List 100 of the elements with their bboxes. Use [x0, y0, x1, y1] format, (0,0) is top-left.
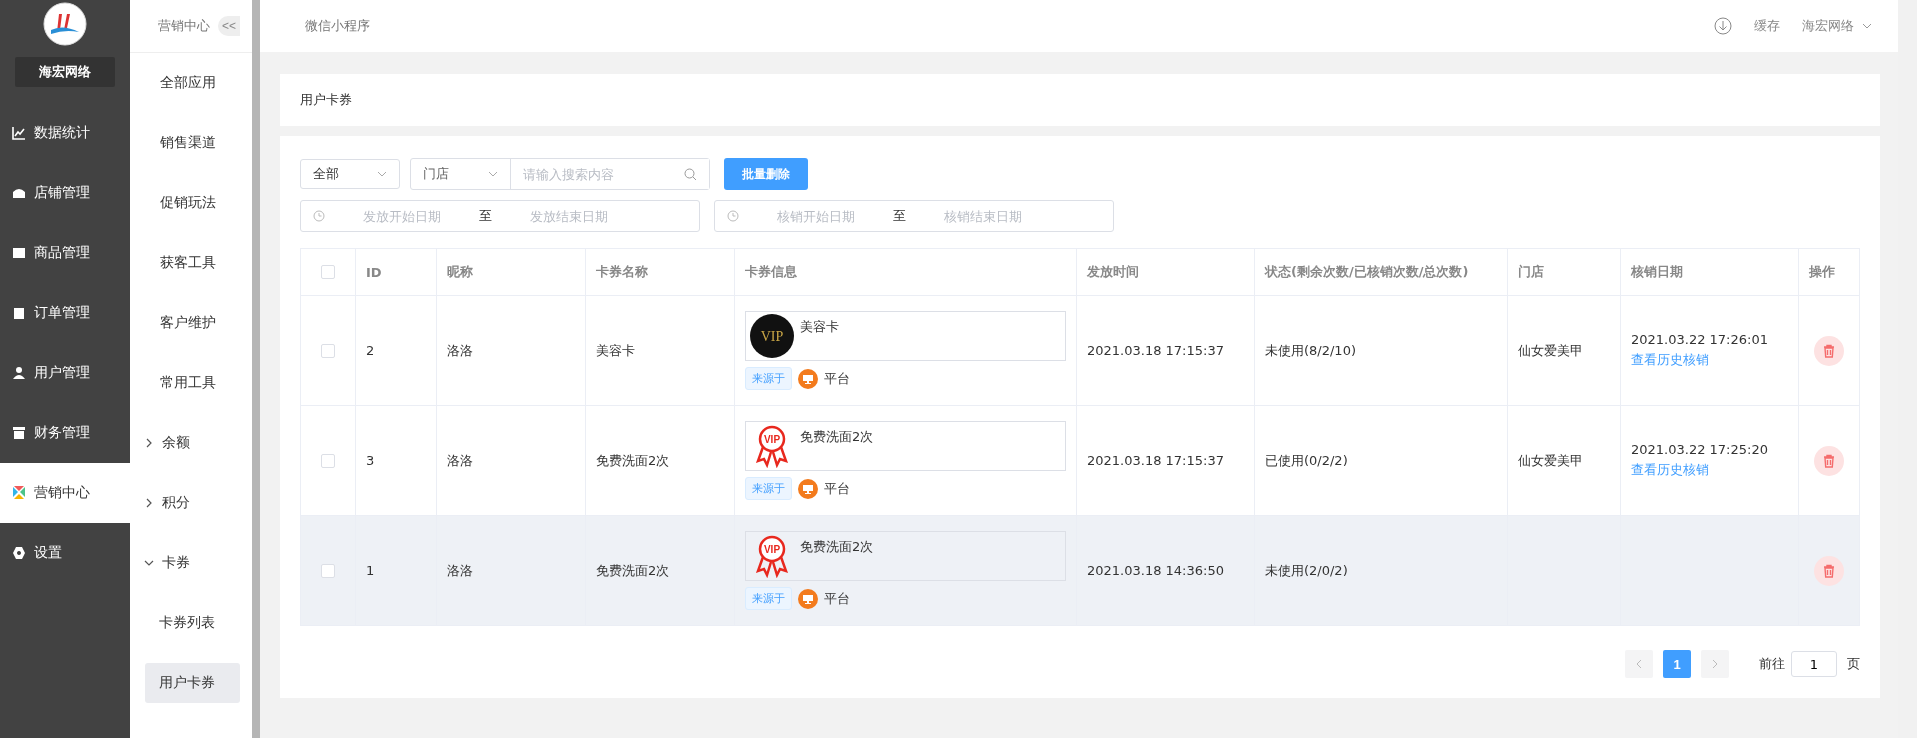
- user-icon: [12, 366, 26, 380]
- table-row[interactable]: 2 洛洛 美容卡 VIP 美容卡 来源于 平台 2021.03.18 17:15:37 未使用(8/2/10) 仙女爱美甲 2021.03.22 17:26:01 查看历史核销: [301, 295, 1859, 405]
- column-header: 核销日期: [1621, 249, 1799, 295]
- submenu-item[interactable]: 客户维护: [130, 293, 252, 353]
- sidebar-item[interactable]: 用户管理: [0, 343, 130, 403]
- scrollbar[interactable]: [252, 0, 260, 738]
- column-header: 发放时间: [1077, 249, 1255, 295]
- column-header: ID: [356, 249, 437, 295]
- table-cell: 1: [366, 563, 375, 578]
- sidebar-item[interactable]: 订单管理: [0, 283, 130, 343]
- source-name: 平台: [824, 369, 850, 388]
- submenu-toggle[interactable]: 积分: [130, 473, 252, 533]
- row-checkbox[interactable]: [321, 563, 335, 578]
- app-title: 微信小程序: [305, 17, 370, 35]
- card-name: 免费洗面2次: [800, 538, 874, 556]
- logo-icon: [43, 2, 87, 46]
- select-value: 门店: [423, 165, 449, 183]
- column-header: 门店: [1508, 249, 1621, 295]
- table-cell: 未使用(8/2/10): [1265, 341, 1356, 360]
- card-name: 免费洗面2次: [800, 428, 874, 446]
- submenu-item[interactable]: 促销玩法: [130, 173, 252, 233]
- search-icon[interactable]: [684, 167, 697, 181]
- page-title: 用户卡券: [300, 91, 352, 109]
- column-header: 卡券信息: [735, 249, 1077, 295]
- page-input[interactable]: 1: [1791, 651, 1837, 677]
- delete-button[interactable]: [1814, 555, 1844, 586]
- table-cell: 2: [366, 343, 375, 358]
- range-separator: 至: [893, 207, 906, 225]
- table-cell: 免费洗面2次: [596, 561, 670, 580]
- cache-link[interactable]: 缓存: [1754, 17, 1780, 35]
- goto-label: 前往: [1759, 655, 1785, 673]
- submenu-item[interactable]: 常用工具: [130, 353, 252, 413]
- submenu-item[interactable]: 卡券列表: [145, 603, 240, 643]
- monitor-icon: [798, 588, 818, 609]
- submenu-item[interactable]: 获客工具: [130, 233, 252, 293]
- monitor-icon: [798, 368, 818, 389]
- table-cell: 3: [366, 453, 375, 468]
- table-cell: 2021.03.18 14:36:50: [1087, 563, 1224, 578]
- caret-icon[interactable]: [1862, 21, 1872, 31]
- brand-name: 海宏网络: [15, 57, 115, 87]
- sidebar-item[interactable]: 营销中心: [0, 463, 130, 523]
- vip-badge-icon: VIP: [750, 314, 794, 358]
- chevron-icon: [144, 498, 154, 508]
- submenu-toggle[interactable]: 卡券: [130, 533, 252, 593]
- delete-button[interactable]: [1814, 335, 1844, 366]
- table-cell: 仙女爱美甲: [1518, 451, 1583, 470]
- caret-icon[interactable]: [377, 169, 387, 179]
- table-cell: 洛洛: [447, 561, 473, 580]
- source-tag: 来源于: [745, 367, 792, 390]
- sidebar-item[interactable]: 设置: [0, 523, 130, 583]
- account-menu[interactable]: 海宏网络: [1802, 17, 1854, 35]
- select-all-checkbox[interactable]: [321, 265, 335, 279]
- column-header: 卡券名称: [586, 249, 735, 295]
- sidebar-item[interactable]: 财务管理: [0, 403, 130, 463]
- source-name: 平台: [824, 589, 850, 608]
- type-select[interactable]: 全部: [300, 159, 400, 189]
- chart-icon: [12, 126, 26, 140]
- sidebar-item[interactable]: 商品管理: [0, 223, 130, 283]
- table-cell: 2021.03.18 17:15:37: [1087, 343, 1224, 358]
- column-header: 操作: [1808, 263, 1836, 281]
- table-cell: 2021.03.22 17:26:01: [1631, 332, 1768, 347]
- table-cell: 未使用(2/0/2): [1265, 561, 1348, 580]
- chevron-right-icon: [1711, 659, 1719, 669]
- source-tag: 来源于: [745, 477, 792, 500]
- page-suffix: 页: [1847, 655, 1860, 673]
- delete-button[interactable]: [1814, 445, 1844, 476]
- card-name: 美容卡: [800, 318, 839, 336]
- table-cell: 2021.03.22 17:25:20: [1631, 442, 1768, 457]
- monitor-icon: [798, 478, 818, 499]
- sidebar-item[interactable]: 数据统计: [0, 103, 130, 163]
- row-checkbox[interactable]: [321, 453, 335, 468]
- table-cell: 洛洛: [447, 451, 473, 470]
- select-value: 全部: [313, 165, 339, 183]
- table-row[interactable]: 1 洛洛 免费洗面2次 VIP 免费洗面2次 来源于 平台 2021.03.18 14:36:50 未使用(2/0/2): [301, 515, 1859, 625]
- submenu-item[interactable]: 全部应用: [130, 53, 252, 113]
- shop-icon: [12, 186, 26, 200]
- settings-icon: [12, 546, 26, 560]
- submenu-item[interactable]: 用户卡券: [145, 663, 240, 703]
- chevron-left-icon: [1635, 659, 1643, 669]
- section-title: 营销中心: [158, 17, 210, 35]
- table-cell: 已使用(0/2/2): [1265, 451, 1348, 470]
- column-header: 昵称: [437, 249, 586, 295]
- submenu-toggle[interactable]: 余额: [130, 413, 252, 473]
- table-cell: 仙女爱美甲: [1518, 341, 1583, 360]
- source-name: 平台: [824, 479, 850, 498]
- source-tag: 来源于: [745, 587, 792, 610]
- caret-icon[interactable]: [488, 169, 498, 179]
- table-cell: 洛洛: [447, 341, 473, 360]
- table-cell: 美容卡: [596, 341, 635, 360]
- trash-icon: [1822, 453, 1836, 468]
- sidebar-item[interactable]: 店铺管理: [0, 163, 130, 223]
- column-header: 状态(剩余次数/已核销次数/总次数): [1255, 249, 1508, 295]
- trash-icon: [1822, 563, 1836, 578]
- download-icon[interactable]: [1714, 17, 1732, 35]
- chevron-icon: [144, 558, 154, 568]
- table-cell: 2021.03.18 17:15:37: [1087, 453, 1224, 468]
- trash-icon: [1822, 343, 1836, 358]
- submenu-item[interactable]: 销售渠道: [130, 113, 252, 173]
- clock-icon: [313, 210, 325, 222]
- row-checkbox[interactable]: [321, 343, 335, 358]
